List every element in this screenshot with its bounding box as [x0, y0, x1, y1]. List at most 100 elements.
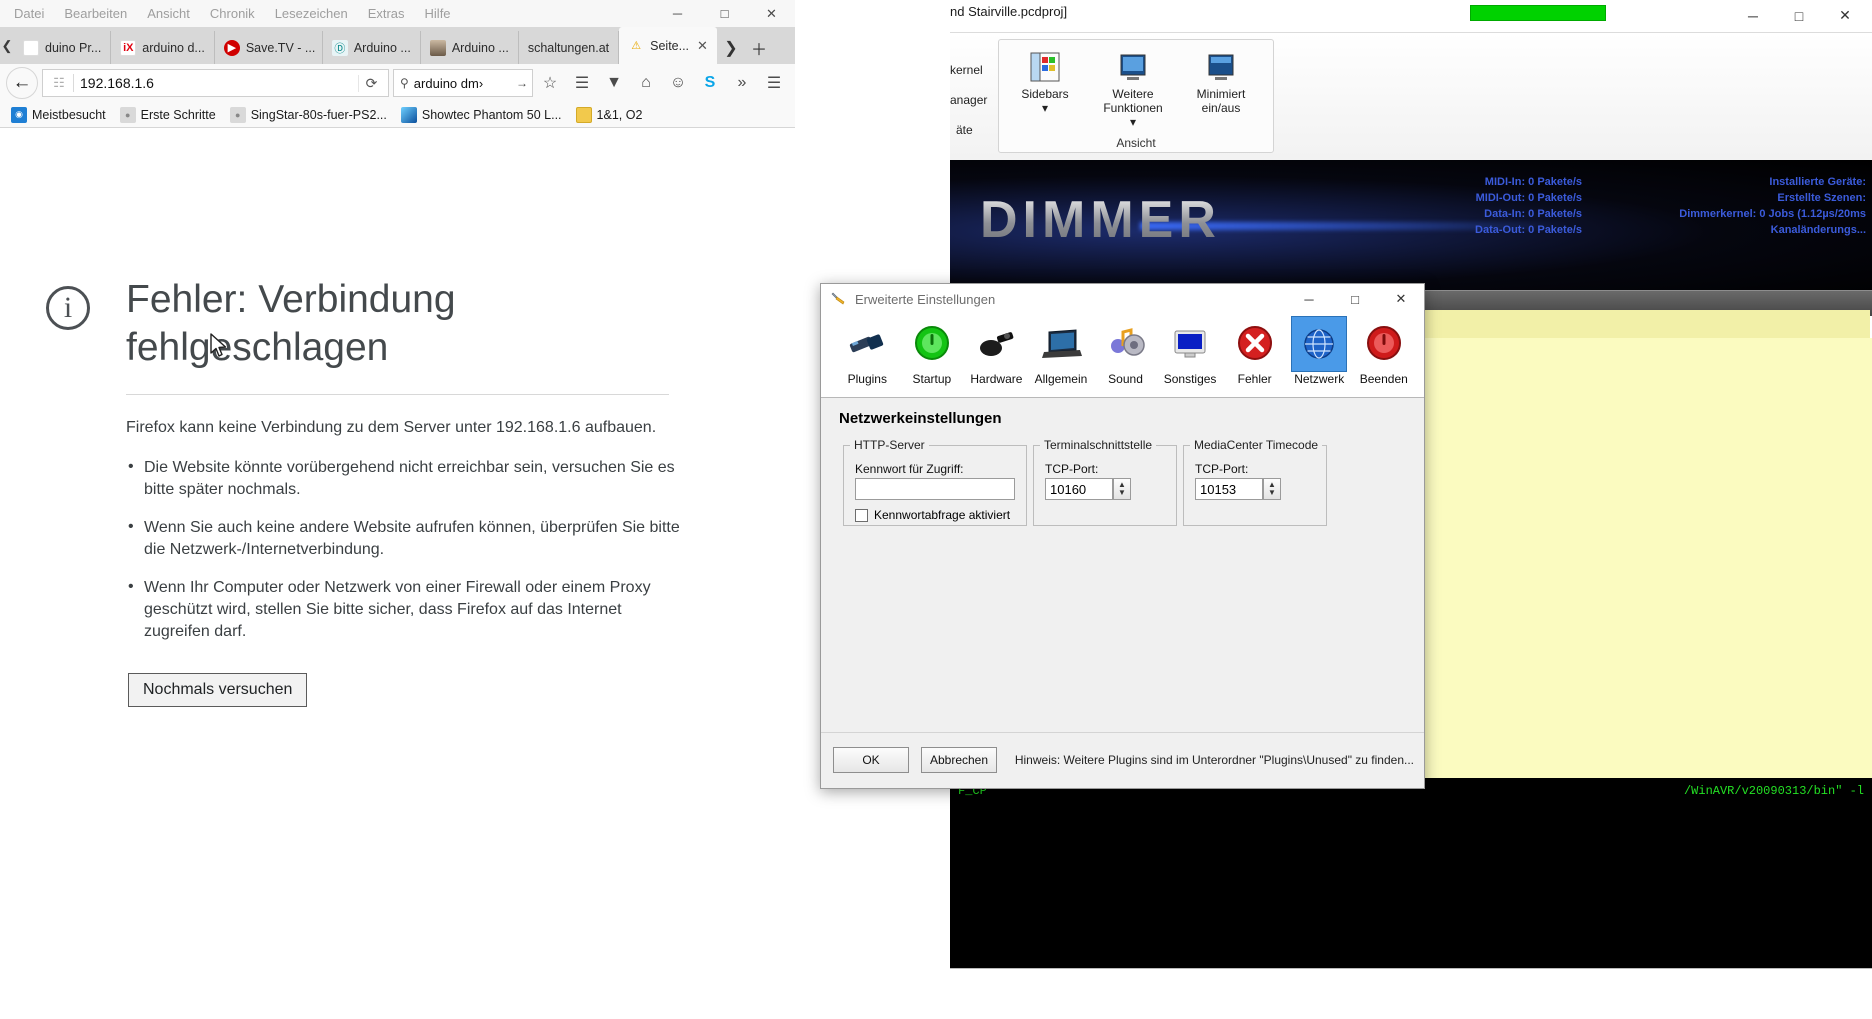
arduino-icon: Ⓓ — [331, 39, 348, 56]
dialog-close-button[interactable]: ✕ — [1378, 284, 1424, 314]
menu-chronik[interactable]: Chronik — [200, 3, 265, 24]
cancel-button[interactable]: Abbrechen — [921, 747, 997, 773]
hamburger-menu-icon[interactable]: ☰ — [759, 68, 789, 98]
tab-close-button[interactable]: ✕ — [697, 38, 708, 54]
ribbon-button-weitere-funktionen[interactable]: Weitere Funktionen ▾ — [1093, 46, 1173, 132]
firefox-close-button[interactable]: ✕ — [748, 0, 795, 27]
bookmark-folder-1und1[interactable]: 1&1, O2 — [569, 106, 650, 123]
search-go-icon[interactable]: → — [516, 76, 528, 90]
menu-lesezeichen[interactable]: Lesezeichen — [265, 3, 358, 24]
toolbar-item-netzwerk[interactable]: Netzwerk — [1287, 316, 1352, 397]
toolbar-item-allgemein[interactable]: Allgemein — [1029, 316, 1094, 397]
menu-ansicht[interactable]: Ansicht — [137, 3, 200, 24]
ribbon-group-ansicht: Sidebars ▾ Weitere Funktionen ▾ Minimier… — [998, 39, 1274, 153]
reader-list-icon[interactable]: ☰ — [567, 68, 597, 98]
kennwortabfrage-checkbox-row[interactable]: Kennwortabfrage aktiviert — [855, 508, 1010, 522]
new-tab-button[interactable]: ＋ — [745, 31, 773, 64]
retry-button[interactable]: Nochmals versuchen — [128, 673, 308, 707]
tab-arduino-3[interactable]: Ⓓ Arduino ... — [323, 31, 421, 64]
bookmark-erste-schritte[interactable]: ● Erste Schritte — [113, 106, 223, 123]
tab-seite-active[interactable]: ⚠ Seite... ✕ — [619, 27, 717, 64]
bgapp-close-button[interactable]: ✕ — [1822, 0, 1868, 31]
toolbar-item-hardware-label: Hardware — [970, 372, 1023, 386]
firefox-maximize-button[interactable]: □ — [701, 0, 748, 27]
tab-arduino-3-label: Arduino ... — [353, 40, 411, 55]
smiley-icon[interactable]: ☺ — [663, 68, 693, 98]
ribbon-button-weitere-funktionen-label: Weitere Funktionen — [1103, 87, 1163, 115]
bookmark-singstar-label: SingStar-80s-fuer-PS2... — [250, 107, 387, 122]
tab-arduino-pr[interactable]: duino Pr... — [14, 31, 112, 64]
url-bar[interactable]: ☷ 192.168.1.6 ⟳ — [42, 69, 389, 97]
showtec-icon — [400, 106, 417, 123]
mediacenter-port-spinner[interactable]: ▲ ▼ — [1263, 478, 1281, 500]
menu-hilfe[interactable]: Hilfe — [415, 3, 461, 24]
console-output: F_CP /WinAVR/v20090313/bin" -l — [950, 778, 1872, 968]
functions-icon — [1115, 46, 1151, 88]
tab-savetv-label: Save.TV - ... — [245, 40, 316, 55]
most-visited-icon: ◉ — [11, 106, 27, 123]
back-button[interactable]: ← — [6, 67, 38, 99]
toolbar-item-beenden-label: Beenden — [1359, 372, 1408, 386]
globe-icon — [1291, 316, 1348, 372]
spinner-down-icon-2[interactable]: ▼ — [1268, 489, 1276, 497]
overflow-chevron-icon[interactable]: » — [727, 68, 757, 98]
bookmark-meistbesucht[interactable]: ◉ Meistbesucht — [4, 106, 113, 123]
tab-schaltungen-at-label: schaltungen.at — [527, 40, 610, 55]
error-suggestions: Die Website könnte vorübergehend nicht e… — [126, 456, 681, 643]
pocket-icon[interactable]: ▼ — [599, 68, 629, 98]
kennwort-input[interactable] — [855, 478, 1015, 500]
toolbar-item-plugins-label: Plugins — [847, 372, 887, 386]
menu-extras[interactable]: Extras — [358, 3, 415, 24]
bookmark-singstar[interactable]: ● SingStar-80s-fuer-PS2... — [223, 106, 394, 123]
terminal-port-spinner[interactable]: ▲ ▼ — [1113, 478, 1131, 500]
toolbar-item-startup[interactable]: Startup — [900, 316, 965, 397]
bgapp-minimize-button[interactable]: ─ — [1730, 0, 1776, 31]
tab-schaltungen-at[interactable]: schaltungen.at — [519, 31, 620, 64]
dialog-body: Netzwerkeinstellungen HTTP-Server Kennwo… — [821, 398, 1424, 526]
tabstrip-list-all-button[interactable]: ❯ — [717, 31, 745, 64]
spinner-down-icon[interactable]: ▼ — [1118, 489, 1126, 497]
bookmark-showtec[interactable]: Showtec Phantom 50 L... — [394, 106, 569, 123]
firefox-minimize-button[interactable]: ─ — [654, 0, 701, 27]
toolbar-item-plugins[interactable]: Plugins — [835, 316, 900, 397]
dialog-maximize-button[interactable]: □ — [1332, 284, 1378, 314]
bookmark-star-icon[interactable]: ☆ — [535, 68, 565, 98]
reload-button[interactable]: ⟳ — [358, 74, 384, 92]
ribbon-button-minimiert-ein-aus[interactable]: Minimiert ein/aus — [1181, 46, 1261, 132]
ok-button[interactable]: OK — [833, 747, 909, 773]
toolbar-item-sound[interactable]: Sound — [1093, 316, 1158, 397]
search-bar[interactable]: ⚲ arduino dm› → — [393, 69, 533, 97]
folder-icon — [575, 106, 592, 123]
toolbar-item-sonstiges-label: Sonstiges — [1163, 372, 1217, 386]
home-icon[interactable]: ⌂ — [631, 68, 661, 98]
mediacenter-tcp-port-input[interactable] — [1195, 478, 1263, 500]
tabstrip-scroll-left-button[interactable]: ❮ — [0, 27, 14, 64]
toolbar-item-hardware[interactable]: Hardware — [964, 316, 1029, 397]
search-input-value[interactable]: arduino dm› — [414, 76, 516, 91]
menu-datei[interactable]: Datei — [4, 3, 54, 24]
toolbar-item-fehler[interactable]: Fehler — [1222, 316, 1287, 397]
stat-channel-changes: Kanaländerungs... — [1770, 224, 1866, 236]
bgapp-maximize-button[interactable]: □ — [1776, 0, 1822, 31]
page-content: i Fehler: Verbindung fehlgeschlagen Fire… — [0, 128, 795, 1019]
ribbon-button-weitere-funktionen-caret[interactable]: ▾ — [1130, 115, 1136, 130]
minimize-toggle-icon — [1203, 46, 1239, 88]
tab-arduino-d[interactable]: iX arduino d... — [111, 31, 215, 64]
toolbar-item-sonstiges[interactable]: Sonstiges — [1158, 316, 1223, 397]
url-text[interactable]: 192.168.1.6 — [80, 75, 358, 91]
tab-savetv[interactable]: ▶ Save.TV - ... — [215, 31, 323, 64]
ribbon-button-sidebars-label: Sidebars — [1021, 87, 1069, 101]
kennwortabfrage-checkbox[interactable] — [855, 508, 868, 522]
terminal-tcp-port-input[interactable] — [1045, 478, 1113, 500]
skype-icon[interactable]: S — [695, 68, 725, 98]
stat-midi-in: MIDI-In: 0 Pakete/s — [1484, 176, 1582, 188]
generic-icon — [23, 39, 39, 56]
stat-installed-devices: Installierte Geräte: — [1769, 176, 1866, 188]
ribbon-button-sidebars-caret[interactable]: ▾ — [1042, 101, 1048, 116]
menu-bearbeiten[interactable]: Bearbeiten — [54, 3, 137, 24]
ix-icon: iX — [120, 39, 137, 56]
dialog-minimize-button[interactable]: ─ — [1286, 284, 1332, 314]
tab-arduino-4[interactable]: Arduino ... — [421, 31, 519, 64]
ribbon-button-sidebars[interactable]: Sidebars ▾ — [1005, 46, 1085, 132]
toolbar-item-beenden[interactable]: Beenden — [1352, 316, 1417, 397]
